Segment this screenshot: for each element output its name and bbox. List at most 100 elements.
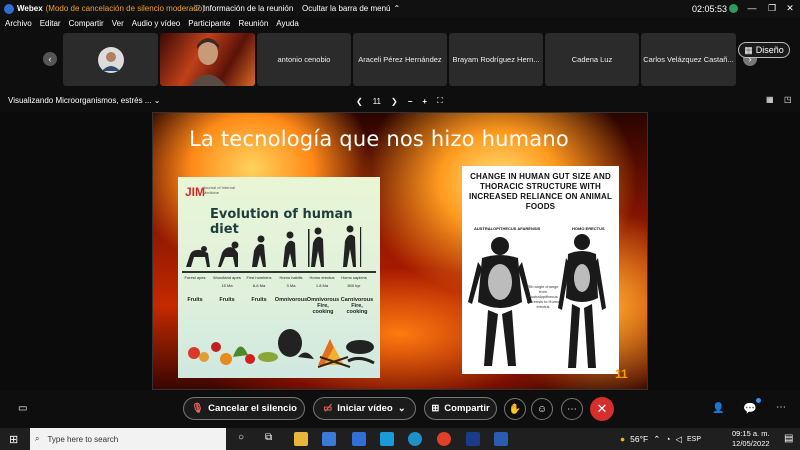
system-tray: ● 56°F ⌃ ◔ ◁ ESP (620, 428, 701, 450)
participant-name: Brayam Rodríguez Hern... (452, 55, 540, 64)
prev-page-button[interactable]: ❮ (356, 97, 363, 106)
participant-video-tile[interactable] (160, 33, 255, 86)
strip-prev-button[interactable]: ‹ (43, 52, 57, 66)
participant-name: Cadena Luz (571, 55, 613, 64)
noise-mode-label[interactable]: (Modo de cancelación de silencio moderad… (46, 4, 205, 13)
weather-temp[interactable]: 56°F (630, 434, 648, 444)
menu-compartir[interactable]: Compartir (69, 19, 104, 31)
reactions-button[interactable]: ☺ (531, 398, 553, 420)
participant-name: antonio cenobio (277, 55, 331, 64)
grid-icon: ▦ (744, 44, 753, 55)
species-label: First hominins (246, 275, 272, 280)
more-options-button[interactable]: ⋯ (561, 398, 583, 420)
network-icon[interactable]: ◔ (665, 434, 670, 444)
participant-name: Araceli Pérez Hernández (358, 55, 442, 64)
menu-archivo[interactable]: Archivo (5, 19, 32, 31)
start-video-label: Iniciar vídeo (337, 403, 393, 414)
participant-video (189, 38, 226, 86)
chat-icon[interactable]: 💬 (743, 402, 757, 415)
notifications-icon[interactable]: ▤ (784, 433, 793, 444)
taskbar-search[interactable]: ⌕ Type here to search (30, 428, 226, 450)
menu-editar[interactable]: Editar (40, 19, 61, 31)
share-label: Compartir (444, 403, 490, 414)
diet-label: Omnivorous (274, 297, 308, 303)
webex-taskbar-icon[interactable] (466, 432, 480, 446)
captions-icon[interactable]: ▭ (18, 403, 27, 414)
participant-tile[interactable]: Araceli Pérez Hernández (353, 33, 447, 86)
search-placeholder: Type here to search (47, 434, 119, 444)
menu-reunion[interactable]: Reunión (238, 19, 268, 31)
diet-label: Carnivorous Fire, cooking (340, 297, 374, 315)
windows-start-icon[interactable]: ⊞ (9, 433, 18, 446)
species-label: Homo habilis (279, 275, 303, 280)
start-video-button[interactable]: ▭̸ Iniciar vídeo ⌄ (313, 397, 416, 420)
participant-tile[interactable] (63, 33, 158, 86)
rib-angle-note: Rib angle change from Australopithecus a… (526, 284, 560, 309)
slide-number: 11 (615, 367, 628, 381)
unmute-button[interactable]: 🎙︎ Cancelar el silencio (183, 397, 305, 420)
grid-view-icon[interactable]: ▦ (766, 95, 774, 104)
zoom-out-button[interactable]: − (408, 97, 413, 106)
file-explorer-icon[interactable] (294, 432, 308, 446)
menu-ver[interactable]: Ver (112, 19, 124, 31)
user-avatar[interactable] (729, 4, 738, 13)
layout-button[interactable]: ▦ Diseño (738, 42, 790, 58)
meeting-info-label: Información de la reunión (203, 4, 294, 13)
shared-slide: La tecnología que nos hizo humano JIM Jo… (152, 112, 648, 390)
fit-screen-icon[interactable]: ⛶ (437, 96, 443, 106)
close-button[interactable]: ✕ (780, 0, 800, 17)
participant-tile[interactable]: Carlos Velázquez Castañ... (641, 33, 736, 86)
leave-meeting-button[interactable]: ✕ (590, 397, 614, 421)
minimize-button[interactable]: — (742, 0, 762, 17)
participant-strip: ‹ antonio cenobio Araceli Pérez Hernánde… (0, 33, 800, 86)
raise-hand-button[interactable]: ✋ (504, 398, 526, 420)
meeting-timer: 02:05:53 (692, 3, 728, 14)
store-icon[interactable] (322, 432, 336, 446)
task-view-icon[interactable]: ⧉ (265, 432, 272, 443)
webex-logo-icon (4, 3, 14, 14)
age-label: 1.8 Ma (315, 283, 329, 288)
tray-chevron-icon[interactable]: ⌃ (653, 434, 660, 445)
erectus-label: HOMO ERECTUS (572, 226, 605, 231)
shared-content-title[interactable]: Visualizando Microorganismos, estrés ...… (8, 96, 160, 105)
dropbox-icon[interactable] (352, 432, 366, 446)
age-label: 800 kyr (347, 283, 361, 288)
popout-icon[interactable]: ◳ (784, 95, 792, 104)
diet-label: Fruits (219, 297, 235, 303)
share-button[interactable]: ⊞ Compartir (424, 397, 497, 420)
cortana-icon[interactable]: ○ (238, 432, 244, 443)
participant-name: Carlos Velázquez Castañ... (643, 55, 734, 64)
meeting-info-button[interactable]: ⛉ Información de la reunión (194, 4, 293, 14)
participant-tile[interactable]: Brayam Rodríguez Hern... (449, 33, 543, 86)
menu-bar: Archivo Editar Compartir Ver Audio y víd… (0, 19, 800, 31)
weather-icon: ● (620, 434, 626, 444)
hide-menu-label: Ocultar la barra de menú (302, 4, 391, 13)
shared-content-title-text: Visualizando Microorganismos, estrés ... (8, 96, 152, 105)
diet-label: Omnivorous Fire, cooking (306, 297, 340, 315)
participant-tile[interactable]: Cadena Luz (545, 33, 639, 86)
page-number: 11 (372, 96, 382, 106)
chrome-icon[interactable] (437, 432, 451, 446)
zoom-in-button[interactable]: + (422, 97, 427, 106)
menu-ayuda[interactable]: Ayuda (276, 19, 299, 31)
restore-button[interactable]: ❐ (762, 0, 782, 17)
hide-menu-button[interactable]: Ocultar la barra de menú ⌃ (302, 4, 400, 13)
word-icon[interactable] (494, 432, 508, 446)
more-panels-icon[interactable]: ⋯ (776, 402, 786, 413)
age-label: 3 Ma (286, 283, 296, 288)
language-indicator[interactable]: ESP (687, 436, 701, 443)
volume-icon[interactable]: ◁ (675, 434, 682, 445)
taskbar-clock[interactable]: 09:15 a. m. 12/05/2022 (732, 429, 770, 449)
species-label: Forest apes (184, 275, 206, 280)
participants-icon[interactable]: 👤 (712, 403, 724, 414)
journal-logo: JIM (185, 185, 206, 199)
menu-audio-video[interactable]: Audio y vídeo (132, 19, 180, 31)
edge-icon[interactable] (408, 432, 422, 446)
next-page-button[interactable]: ❯ (391, 97, 398, 106)
share-toolbar: Visualizando Microorganismos, estrés ...… (0, 94, 800, 108)
participant-tile[interactable]: antonio cenobio (257, 33, 351, 86)
app-s-icon[interactable] (380, 432, 394, 446)
menu-participante[interactable]: Participante (188, 19, 230, 31)
chevron-down-icon: ⌄ (397, 403, 406, 414)
search-icon: ⌕ (35, 434, 40, 443)
